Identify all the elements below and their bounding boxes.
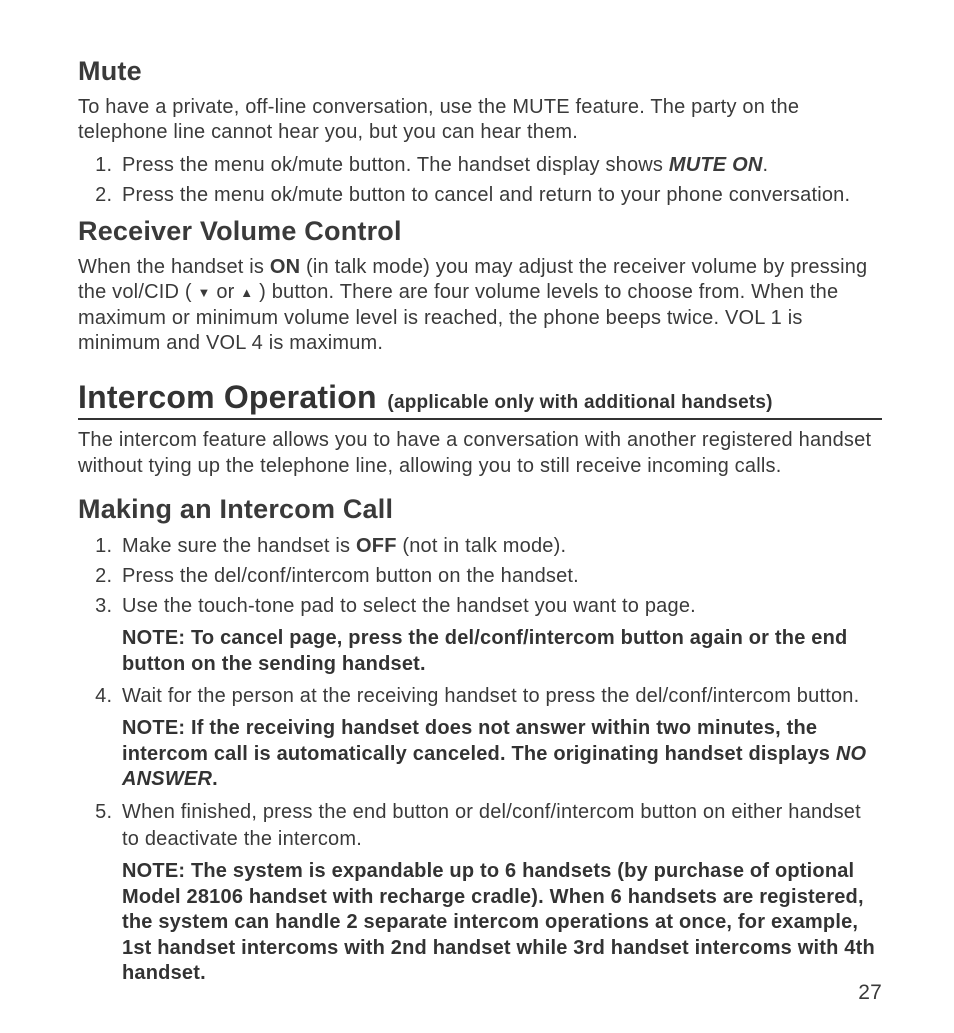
heading-intercom-subtitle: (applicable only with additional handset… <box>387 392 772 413</box>
mute-intro: To have a private, off-line conversation… <box>78 95 882 146</box>
note-expandable-system: NOTE: The system is expandable up to 6 h… <box>122 859 882 987</box>
making-step-2: Press the del/conf/intercom button on th… <box>118 563 882 590</box>
manual-page: Mute To have a private, off-line convers… <box>0 0 954 1033</box>
making-steps-5: When finished, press the end button or d… <box>78 799 882 853</box>
text: . <box>212 768 218 790</box>
page-number: 27 <box>858 981 882 1005</box>
making-step-5: When finished, press the end button or d… <box>118 799 882 853</box>
mute-step-2: Press the menu ok/mute button to cancel … <box>118 182 882 209</box>
text: (not in talk mode). <box>397 535 567 557</box>
mute-on-label: MUTE ON <box>669 154 763 176</box>
on-label: ON <box>270 256 300 278</box>
note-cancel-page: NOTE: To cancel page, press the del/conf… <box>122 626 882 677</box>
arrow-down-icon: ▼ <box>198 285 211 302</box>
text: When the handset is <box>78 256 270 278</box>
heading-intercom-operation: Intercom Operation (applicable only with… <box>78 379 882 420</box>
intercom-intro: The intercom feature allows you to have … <box>78 428 882 479</box>
text: NOTE: If the receiving handset does not … <box>122 717 836 765</box>
note-no-answer: NOTE: If the receiving handset does not … <box>122 716 882 793</box>
heading-receiver-volume: Receiver Volume Control <box>78 215 882 249</box>
heading-making-intercom-call: Making an Intercom Call <box>78 493 882 527</box>
arrow-up-icon: ▲ <box>240 285 253 302</box>
text: or <box>211 281 241 303</box>
making-steps-4: Wait for the person at the receiving han… <box>78 683 882 710</box>
making-steps-1-3: Make sure the handset is OFF (not in tal… <box>78 533 882 620</box>
text: Make sure the handset is <box>122 535 356 557</box>
text: . <box>763 154 769 176</box>
off-label: OFF <box>356 535 397 557</box>
making-step-3: Use the touch-tone pad to select the han… <box>118 593 882 620</box>
mute-steps: Press the menu ok/mute button. The hands… <box>78 152 882 209</box>
heading-intercom-title: Intercom Operation <box>78 379 377 415</box>
making-step-4: Wait for the person at the receiving han… <box>118 683 882 710</box>
rvc-paragraph: When the handset is ON (in talk mode) yo… <box>78 255 882 357</box>
heading-mute: Mute <box>78 55 882 89</box>
making-step-1: Make sure the handset is OFF (not in tal… <box>118 533 882 560</box>
mute-step-1: Press the menu ok/mute button. The hands… <box>118 152 882 179</box>
text: Press the menu ok/mute button. The hands… <box>122 154 669 176</box>
